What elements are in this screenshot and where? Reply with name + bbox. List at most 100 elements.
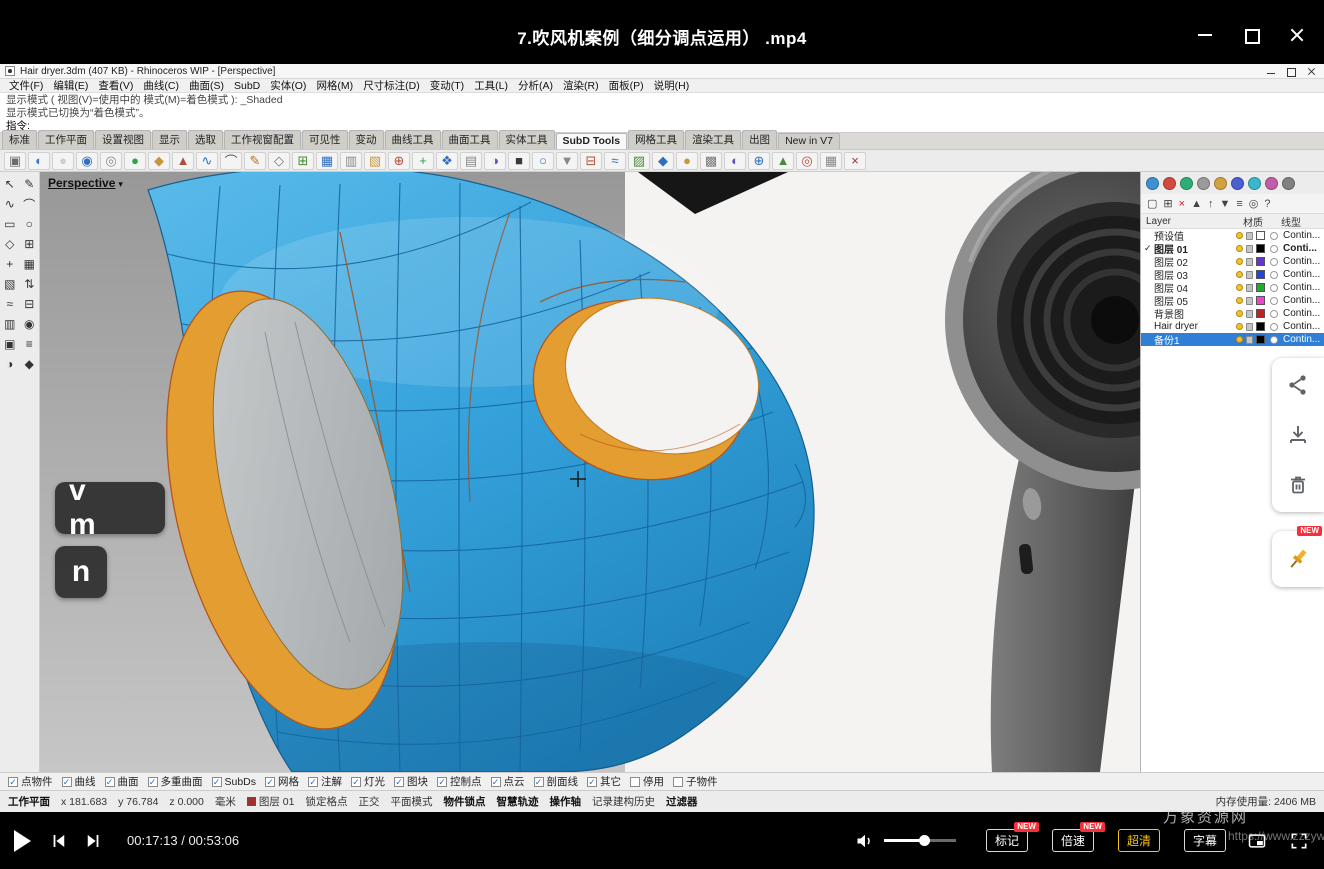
layer-linetype[interactable]: Contin... <box>1283 230 1321 241</box>
panel-tab-icon[interactable] <box>1282 177 1295 190</box>
layer-color-swatch[interactable] <box>1256 257 1265 266</box>
units-label[interactable]: 毫米 <box>215 794 236 809</box>
layer-color-swatch[interactable] <box>1256 309 1265 318</box>
status-toggle[interactable]: 智慧轨迹 <box>496 794 538 809</box>
menu-item[interactable]: 工具(L) <box>469 78 513 93</box>
layer-linetype[interactable]: Contin... <box>1283 269 1321 280</box>
move-layer-up-icon[interactable]: ↑ <box>1208 198 1214 210</box>
toolbar-icon[interactable]: ❖ <box>436 152 458 170</box>
toolbar-tab[interactable]: 选取 <box>188 130 223 149</box>
layer-lock-icon[interactable] <box>1246 271 1253 279</box>
status-toggle[interactable]: 锁定格点 <box>305 794 347 809</box>
menu-item[interactable]: 实体(O) <box>265 78 311 93</box>
toolbar-icon[interactable]: ◎ <box>796 152 818 170</box>
layer-lock-icon[interactable] <box>1246 323 1253 331</box>
toolbar-icon[interactable]: ⊞ <box>292 152 314 170</box>
toolbar-icon[interactable]: ▨ <box>628 152 650 170</box>
toolbar-tab[interactable]: SubD Tools <box>556 133 628 149</box>
toolbar-tab[interactable]: 标准 <box>2 130 37 149</box>
menu-item[interactable]: SubD <box>229 80 265 92</box>
volume-icon[interactable] <box>854 831 876 851</box>
toolbar-icon[interactable]: + <box>412 152 434 170</box>
status-toggle[interactable]: 正交 <box>358 794 379 809</box>
toolbar-icon[interactable]: ⊕ <box>388 152 410 170</box>
left-toolbar-icon[interactable]: + <box>0 254 20 274</box>
menu-item[interactable]: 编辑(E) <box>48 78 93 93</box>
new-layer-icon[interactable]: ▢ <box>1147 197 1157 210</box>
checkbox[interactable]: ✓ <box>265 777 275 787</box>
command-area[interactable]: 显示模式 ( 视图(V)=使用中的 模式(M)=着色模式 ): _Shaded … <box>0 93 1324 133</box>
volume-slider[interactable] <box>884 839 956 842</box>
layer-material-icon[interactable] <box>1270 232 1278 240</box>
selection-filter[interactable]: ✓SubDs <box>212 776 257 788</box>
toolbar-icon[interactable]: ◑ <box>484 152 506 170</box>
status-toggle[interactable]: 操作轴 <box>549 794 581 809</box>
layer-material-icon[interactable] <box>1270 271 1278 279</box>
layer-visibility-bulb-icon[interactable] <box>1236 271 1243 278</box>
selection-filter[interactable]: 停用 <box>630 774 664 789</box>
speed-button[interactable]: 倍速 NEW <box>1052 829 1094 852</box>
toolbar-tab[interactable]: 曲线工具 <box>385 130 441 149</box>
toolbar-tab[interactable]: 可见性 <box>302 130 348 149</box>
layer-material-icon[interactable] <box>1270 258 1278 266</box>
layer-lock-icon[interactable] <box>1246 297 1253 305</box>
selection-filter[interactable]: ✓点云 <box>491 774 525 789</box>
layer-visibility-bulb-icon[interactable] <box>1236 258 1243 265</box>
panel-tab-icon[interactable] <box>1231 177 1244 190</box>
play-icon[interactable] <box>14 830 31 852</box>
layer-linetype[interactable]: Contin... <box>1283 256 1321 267</box>
layer-material-icon[interactable] <box>1270 336 1278 344</box>
layer-color-swatch[interactable] <box>1256 244 1265 253</box>
toolbar-icon[interactable]: ◆ <box>148 152 170 170</box>
layer-lock-icon[interactable] <box>1246 245 1253 253</box>
panel-tab-icon[interactable] <box>1163 177 1176 190</box>
toolbar-icon[interactable]: ○ <box>532 152 554 170</box>
checkbox[interactable]: ✓ <box>491 777 501 787</box>
layer-help-icon[interactable]: ? <box>1264 198 1270 210</box>
layer-linetype[interactable]: Conti... <box>1283 243 1321 254</box>
menu-item[interactable]: 曲面(S) <box>184 78 229 93</box>
layer-color-swatch[interactable] <box>1256 335 1265 344</box>
collapse-layers-icon[interactable]: ▲ <box>1191 198 1202 210</box>
layer-linetype[interactable]: Contin... <box>1283 308 1321 319</box>
layer-visibility-bulb-icon[interactable] <box>1236 284 1243 291</box>
left-toolbar-icon[interactable]: ⌒ <box>20 194 40 214</box>
selection-filter[interactable]: ✓网格 <box>265 774 299 789</box>
new-sublayer-icon[interactable]: ⊞ <box>1163 197 1172 210</box>
layer-lock-icon[interactable] <box>1246 336 1253 344</box>
left-toolbar-icon[interactable]: ▭ <box>0 214 20 234</box>
toolbar-icon[interactable]: ● <box>676 152 698 170</box>
layer-lock-icon[interactable] <box>1246 258 1253 266</box>
minimize-icon[interactable] <box>1196 26 1214 44</box>
toolbar-icon[interactable]: ▩ <box>700 152 722 170</box>
viewport-title[interactable]: Perspective▾ <box>48 176 123 190</box>
toolbar-icon[interactable]: ● <box>52 152 74 170</box>
next-icon[interactable] <box>83 832 103 850</box>
rhino-close-icon[interactable] <box>1303 66 1319 77</box>
toolbar-icon[interactable]: ◆ <box>652 152 674 170</box>
pin-button[interactable]: NEW <box>1272 531 1324 587</box>
toolbar-icon[interactable]: ⊕ <box>748 152 770 170</box>
close-icon[interactable] <box>1288 26 1306 44</box>
current-layer-indicator[interactable]: 图层 01 <box>247 794 295 809</box>
toolbar-tab[interactable]: 变动 <box>349 130 384 149</box>
layer-visibility-bulb-icon[interactable] <box>1236 297 1243 304</box>
checkbox[interactable]: ✓ <box>587 777 597 787</box>
checkbox[interactable]: ✓ <box>351 777 361 787</box>
previous-icon[interactable] <box>49 832 69 850</box>
menu-item[interactable]: 渲染(R) <box>558 78 604 93</box>
left-toolbar-icon[interactable]: ▣ <box>0 334 20 354</box>
menu-item[interactable]: 查看(V) <box>93 78 138 93</box>
menu-item[interactable]: 分析(A) <box>513 78 558 93</box>
layer-lock-icon[interactable] <box>1246 232 1253 240</box>
layer-color-swatch[interactable] <box>1256 270 1265 279</box>
checkbox[interactable]: ✓ <box>308 777 318 787</box>
left-toolbar-icon[interactable]: ◇ <box>0 234 20 254</box>
menu-item[interactable]: 文件(F) <box>4 78 48 93</box>
toolbar-tab[interactable]: 网格工具 <box>628 130 684 149</box>
panel-tab-icon[interactable] <box>1180 177 1193 190</box>
toolbar-icon[interactable]: ▥ <box>340 152 362 170</box>
toolbar-icon[interactable]: ◐ <box>28 152 50 170</box>
selection-filter[interactable]: ✓曲面 <box>105 774 139 789</box>
cplane-button[interactable]: 工作平面 <box>8 794 50 809</box>
